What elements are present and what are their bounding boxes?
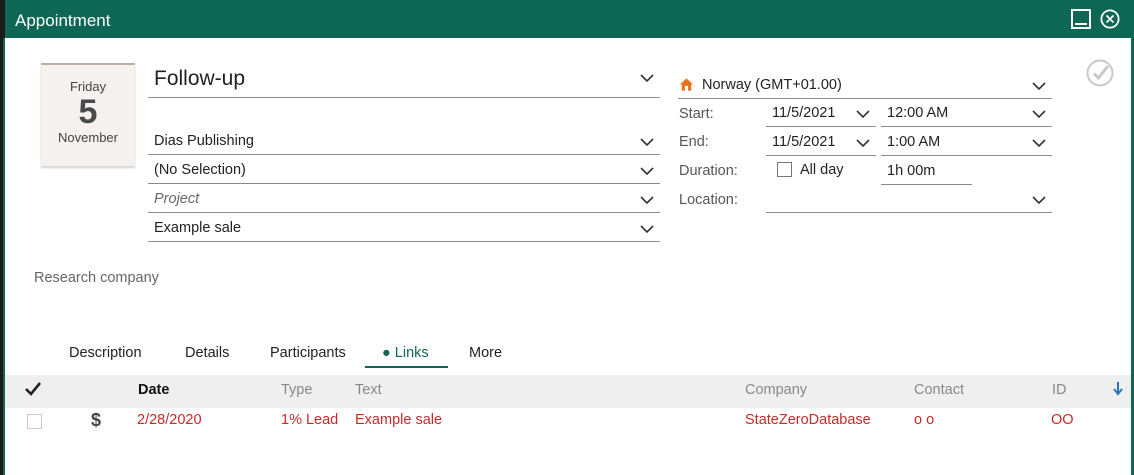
chevron-down-icon[interactable] — [640, 138, 654, 147]
project-combobox[interactable]: Project — [148, 184, 660, 213]
minimize-icon[interactable] — [1071, 9, 1091, 29]
chevron-down-icon[interactable] — [856, 110, 870, 119]
company-value: Dias Publishing — [154, 133, 254, 149]
chevron-down-icon[interactable] — [856, 139, 870, 148]
title-combobox[interactable]: Follow-up — [148, 58, 660, 98]
date-month: November — [58, 130, 118, 145]
column-header-id[interactable]: ID — [1052, 382, 1067, 398]
company-combobox[interactable]: Dias Publishing — [148, 126, 660, 155]
end-label: End: — [679, 134, 709, 150]
location-label: Location: — [679, 192, 738, 208]
start-date-value: 11/5/2021 — [772, 105, 836, 121]
location-combobox[interactable] — [766, 185, 1052, 213]
chevron-down-icon[interactable] — [1032, 196, 1046, 205]
end-date-picker[interactable]: 11/5/2021 — [766, 128, 876, 156]
column-header-type[interactable]: Type — [281, 382, 312, 398]
end-time-picker[interactable]: 1:00 AM — [881, 128, 1052, 156]
row-checkbox[interactable] — [27, 414, 42, 429]
start-time-picker[interactable]: 12:00 AM — [881, 99, 1052, 127]
column-header-date[interactable]: Date — [138, 382, 169, 398]
column-header-contact[interactable]: Contact — [914, 382, 964, 398]
start-date-picker[interactable]: 11/5/2021 — [766, 99, 876, 127]
timezone-value: Norway (GMT+01.00) — [702, 77, 842, 93]
home-icon — [679, 78, 694, 91]
column-header-text[interactable]: Text — [355, 382, 382, 398]
start-label: Start: — [679, 106, 714, 122]
chevron-down-icon[interactable] — [1032, 82, 1046, 91]
chevron-down-icon[interactable] — [640, 196, 654, 205]
date-weekday: Friday — [69, 79, 107, 94]
chevron-down-icon[interactable] — [640, 74, 654, 83]
project-placeholder: Project — [154, 191, 200, 207]
tab-more[interactable]: More — [469, 345, 502, 361]
allday-checkbox[interactable] — [777, 162, 792, 177]
row-text: Example sale — [355, 412, 443, 428]
sale-combobox[interactable]: Example sale — [148, 213, 660, 242]
column-chooser-icon[interactable] — [1112, 381, 1124, 397]
tab-links[interactable]: ● Links — [382, 345, 429, 361]
column-header-company[interactable]: Company — [745, 382, 807, 398]
row-type: 1% Lead — [281, 412, 339, 428]
window-title: Appointment — [15, 11, 111, 30]
chevron-down-icon[interactable] — [640, 225, 654, 234]
tab-details[interactable]: Details — [185, 345, 229, 361]
contact-combobox[interactable]: (No Selection) — [148, 155, 660, 184]
dollar-icon: $ — [91, 410, 102, 430]
close-icon[interactable] — [1100, 9, 1120, 29]
allday-label[interactable]: All day — [800, 162, 844, 178]
contact-value: (No Selection) — [154, 162, 246, 178]
duration-input[interactable]: 1h 00m — [881, 157, 972, 185]
complete-check-icon[interactable] — [1085, 58, 1115, 88]
duration-value: 1h 00m — [887, 163, 936, 179]
description-text[interactable]: Research company — [34, 270, 159, 286]
chevron-down-icon[interactable] — [1032, 110, 1046, 119]
row-id: OO — [1051, 412, 1074, 428]
timezone-combobox[interactable]: Norway (GMT+01.00) — [678, 70, 1052, 99]
end-time-value: 1:00 AM — [887, 134, 941, 150]
sale-value: Example sale — [154, 220, 242, 236]
row-company: StateZeroDatabase — [745, 412, 871, 428]
window-frame-left — [0, 38, 5, 475]
duration-label: Duration: — [679, 163, 738, 179]
start-time-value: 12:00 AM — [887, 105, 949, 121]
tab-description[interactable]: Description — [69, 345, 142, 361]
row-contact: o o — [914, 412, 935, 428]
title-bar: Appointment — [0, 0, 1134, 38]
tab-participants[interactable]: Participants — [270, 345, 346, 361]
title-value: Follow-up — [154, 67, 246, 90]
chevron-down-icon[interactable] — [1032, 139, 1046, 148]
date-tile: Friday 5 November — [41, 63, 135, 166]
date-day: 5 — [78, 93, 98, 131]
active-tab-indicator — [365, 366, 448, 368]
chevron-down-icon[interactable] — [640, 167, 654, 176]
end-date-value: 11/5/2021 — [772, 134, 836, 150]
select-all-check-icon[interactable] — [24, 381, 42, 397]
row-date: 2/28/2020 — [137, 412, 202, 428]
